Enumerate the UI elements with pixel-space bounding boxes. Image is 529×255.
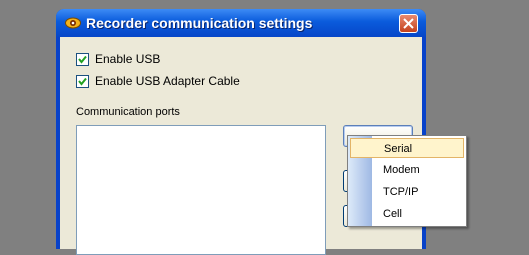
menu-item-cell[interactable]: Cell: [350, 204, 464, 224]
add-port-menu: Serial Modem TCP/IP Cell: [347, 135, 467, 227]
enable-usb-adapter-checkbox[interactable]: [76, 74, 89, 88]
enable-usb-adapter-row[interactable]: Enable USB Adapter Cable: [76, 73, 240, 89]
window-title: Recorder communication settings: [86, 15, 313, 31]
title-bar[interactable]: Recorder communication settings: [56, 9, 426, 37]
communication-ports-label: Communication ports: [76, 106, 180, 118]
checkmark-icon: [78, 55, 87, 64]
close-icon: [403, 18, 414, 29]
communication-ports-list[interactable]: [76, 125, 326, 255]
enable-usb-row[interactable]: Enable USB: [76, 51, 160, 67]
menu-item-serial[interactable]: Serial: [350, 138, 464, 158]
enable-usb-checkbox[interactable]: [76, 52, 89, 66]
app-icon: [65, 16, 81, 30]
enable-usb-label: Enable USB: [95, 52, 161, 66]
checkmark-icon: [78, 77, 87, 86]
menu-item-modem[interactable]: Modem: [350, 160, 464, 180]
close-button[interactable]: [399, 14, 418, 33]
enable-usb-adapter-label: Enable USB Adapter Cable: [95, 74, 240, 88]
menu-item-tcpip[interactable]: TCP/IP: [350, 182, 464, 202]
